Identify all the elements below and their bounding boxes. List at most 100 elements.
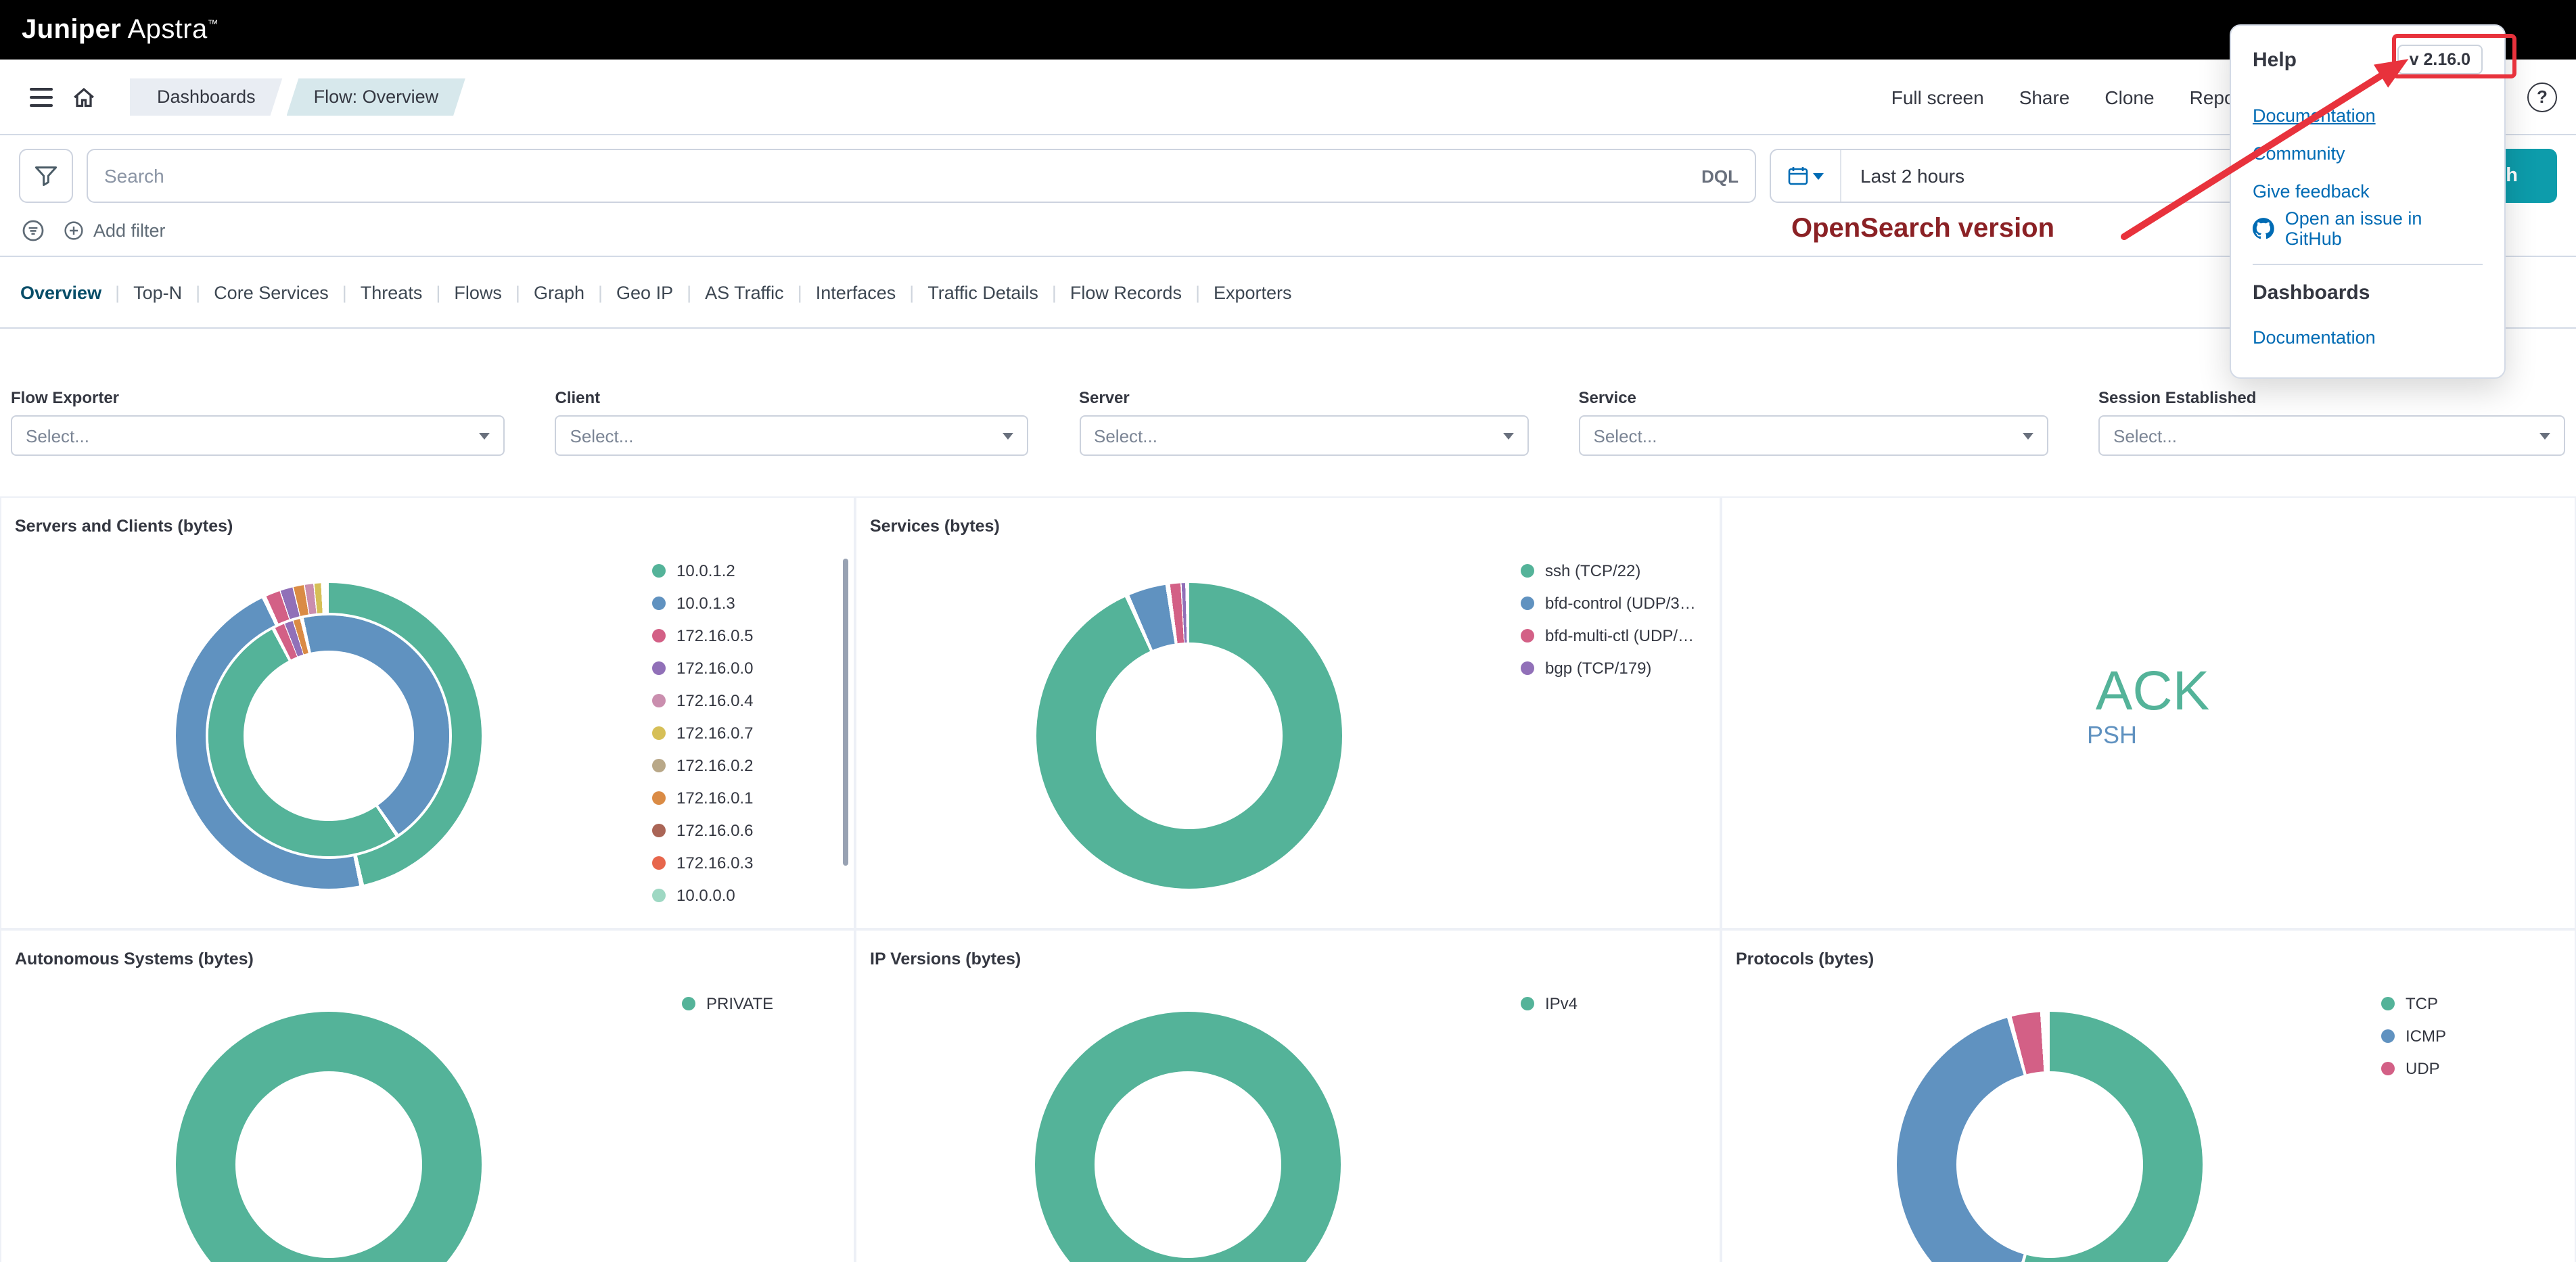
link-documentation[interactable]: Documentation — [2253, 96, 2483, 134]
search-box: DQL — [87, 149, 1756, 203]
tab-core-services[interactable]: Core Services — [182, 282, 329, 302]
legend-dot — [1521, 564, 1534, 578]
legend-item[interactable]: 172.16.0.6 — [652, 818, 753, 843]
tab-exporters[interactable]: Exporters — [1182, 282, 1292, 302]
brand-logo: Juniper Apstra™ — [22, 14, 218, 45]
share-button[interactable]: Share — [2019, 86, 2070, 108]
panel-title: Services (bytes) — [870, 517, 1000, 536]
tab-graph[interactable]: Graph — [502, 282, 584, 302]
tab-top-n[interactable]: Top-N — [101, 282, 182, 302]
popover-divider — [2253, 264, 2483, 265]
legend-item[interactable]: 172.16.0.1 — [652, 786, 753, 810]
tab-threats[interactable]: Threats — [329, 282, 423, 302]
tab-as-traffic[interactable]: AS Traffic — [673, 282, 784, 302]
calendar-icon — [1787, 165, 1809, 187]
tab-geo-ip[interactable]: Geo IP — [584, 282, 673, 302]
legend-item[interactable]: ssh (TCP/22) — [1521, 559, 1696, 583]
legend-label: IPv4 — [1545, 994, 1578, 1013]
breadcrumb-dashboards[interactable]: Dashboards — [130, 78, 283, 116]
legend-item[interactable]: 172.16.0.2 — [652, 753, 753, 778]
tab-flows[interactable]: Flows — [422, 282, 502, 302]
filter-service: Service Select... — [1579, 388, 2048, 456]
search-input[interactable] — [104, 165, 1688, 187]
select-value: Select... — [2113, 425, 2539, 446]
tagcloud-tag-psh[interactable]: PSH — [2087, 722, 2137, 750]
help-button[interactable]: ? — [2527, 82, 2557, 112]
filter-flow-exporter: Flow Exporter Select... — [11, 388, 505, 456]
server-select[interactable]: Select... — [1079, 415, 1528, 456]
tab-overview[interactable]: Overview — [20, 282, 101, 302]
session-established-select[interactable]: Select... — [2098, 415, 2565, 456]
legend-dot — [2381, 1029, 2395, 1043]
full-screen-button[interactable]: Full screen — [1891, 86, 1984, 108]
panel-autonomous-systems: Autonomous Systems (bytes) PRIVATE — [0, 929, 855, 1262]
autonomous-systems-donut[interactable] — [176, 1012, 482, 1262]
legend-dot — [1521, 629, 1534, 642]
select-value: Select... — [26, 425, 479, 446]
ip-versions-donut[interactable] — [1035, 1012, 1341, 1262]
legend-item[interactable]: bfd-control (UDP/3… — [1521, 591, 1696, 615]
legend-item[interactable]: bgp (TCP/179) — [1521, 656, 1696, 680]
service-select[interactable]: Select... — [1579, 415, 2048, 456]
home-button[interactable] — [62, 75, 106, 118]
legend-label: 172.16.0.2 — [676, 756, 753, 775]
clone-button[interactable]: Clone — [2104, 86, 2154, 108]
legend-item[interactable]: 172.16.0.0 — [652, 656, 753, 680]
topbar: Juniper Apstra™ — [0, 0, 2576, 60]
legend-scrollbar[interactable] — [843, 559, 848, 866]
legend-dot — [1521, 997, 1534, 1010]
legend-label: 172.16.0.3 — [676, 854, 753, 872]
legend-item[interactable]: TCP — [2381, 991, 2446, 1016]
legend-item[interactable]: 10.0.0.0 — [652, 883, 753, 908]
time-range-label[interactable]: Last 2 hours — [1841, 165, 1964, 187]
filter-label: Server — [1079, 388, 1528, 407]
legend-item[interactable]: bfd-multi-ctl (UDP/… — [1521, 624, 1696, 648]
link-give-feedback[interactable]: Give feedback — [2253, 172, 2483, 210]
legend-item[interactable]: IPv4 — [1521, 991, 1578, 1016]
protocols-donut[interactable] — [1897, 1012, 2203, 1262]
legend-item[interactable]: 172.16.0.3 — [652, 851, 753, 875]
filter-set-icon[interactable] — [22, 219, 45, 242]
link-community[interactable]: Community — [2253, 134, 2483, 172]
tab-interfaces[interactable]: Interfaces — [784, 282, 896, 302]
legend-label: 172.16.0.5 — [676, 626, 753, 645]
legend-item[interactable]: PRIVATE — [682, 991, 773, 1016]
query-language-button[interactable]: DQL — [1688, 166, 1739, 186]
select-value: Select... — [570, 425, 1003, 446]
panel-ip-versions: IP Versions (bytes) IPv4 — [855, 929, 1721, 1262]
legend-item[interactable]: ICMP — [2381, 1024, 2446, 1048]
legend-item[interactable]: 10.0.1.3 — [652, 591, 753, 615]
legend-item[interactable]: 172.16.0.7 — [652, 721, 753, 745]
tab-flow-records[interactable]: Flow Records — [1038, 282, 1182, 302]
quick-select-button[interactable] — [1771, 150, 1841, 202]
chevron-down-icon — [2539, 432, 2550, 439]
tab-bar: Overview Top-N Core Services Threats Flo… — [0, 257, 2576, 329]
question-icon: ? — [2537, 87, 2548, 107]
flow-exporter-select[interactable]: Select... — [11, 415, 505, 456]
legend-dot — [1521, 597, 1534, 610]
breadcrumb-flow-overview[interactable]: Flow: Overview — [287, 78, 466, 116]
saved-query-button[interactable] — [19, 149, 73, 203]
client-select[interactable]: Select... — [555, 415, 1029, 456]
filter-client: Client Select... — [555, 388, 1029, 456]
link-open-issue-github[interactable]: Open an issue in GitHub — [2253, 210, 2483, 248]
link-dashboards-documentation[interactable]: Documentation — [2253, 318, 2483, 356]
servers-clients-donut[interactable] — [176, 583, 482, 889]
legend-item[interactable]: 172.16.0.5 — [652, 624, 753, 648]
annotation-text: OpenSearch version — [1791, 214, 2054, 245]
brand-rest: Apstra — [121, 14, 207, 44]
panel-tcp-flags-tagcloud: ACK PSH — [1721, 496, 2576, 929]
tagcloud-tag-ack[interactable]: ACK — [2096, 659, 2210, 723]
legend-label: 172.16.0.7 — [676, 724, 753, 743]
add-filter-button[interactable]: Add filter — [64, 220, 166, 241]
legend-item[interactable]: 172.16.0.4 — [652, 688, 753, 713]
legend-dot — [652, 661, 666, 675]
services-donut[interactable] — [1036, 583, 1342, 889]
legend-label: PRIVATE — [706, 994, 773, 1013]
legend-item[interactable]: UDP — [2381, 1056, 2446, 1081]
menu-button[interactable] — [19, 75, 62, 118]
tab-traffic-details[interactable]: Traffic Details — [896, 282, 1038, 302]
legend-dot — [652, 629, 666, 642]
legend-item[interactable]: 10.0.1.2 — [652, 559, 753, 583]
panel-title: Autonomous Systems (bytes) — [15, 950, 254, 968]
